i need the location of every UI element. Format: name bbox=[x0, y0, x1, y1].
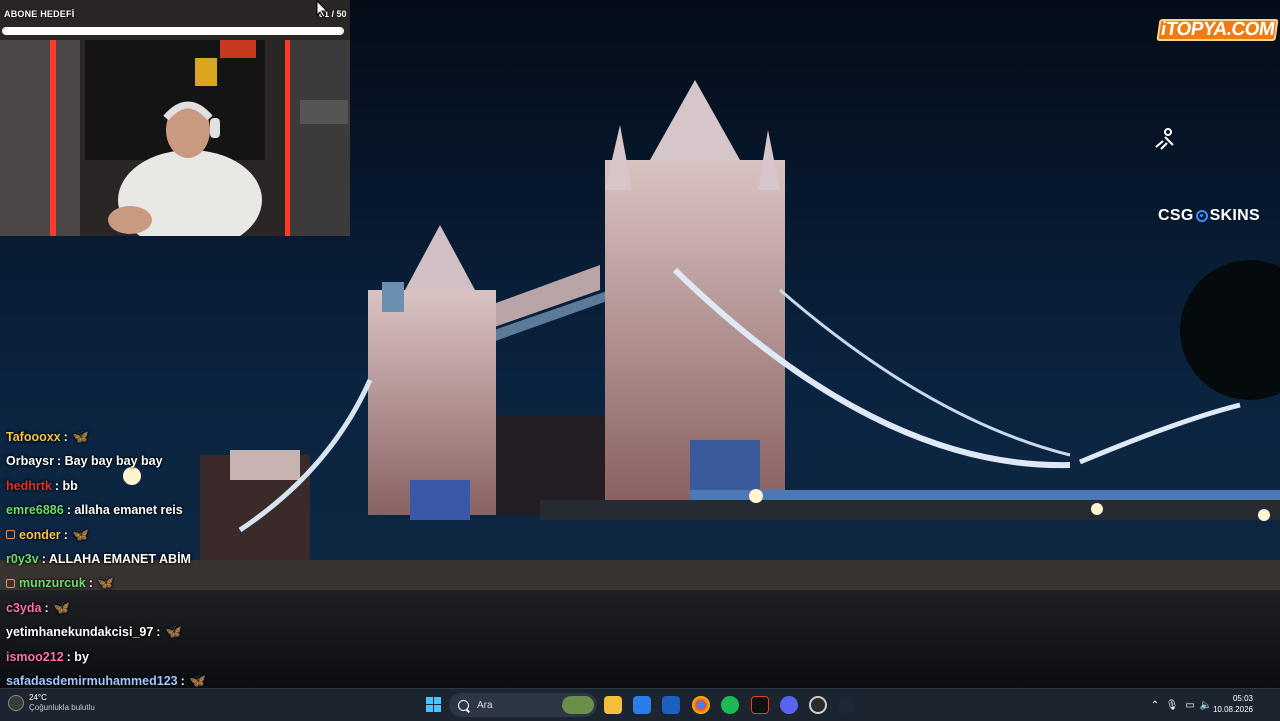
subscriber-goal-progress-fill bbox=[3, 28, 343, 34]
mouse-cursor-icon bbox=[316, 0, 329, 18]
itopya-logo: iTOPYA.COM bbox=[1156, 19, 1279, 41]
windows-logo-icon-part bbox=[426, 705, 433, 712]
windows-logo-icon bbox=[426, 697, 433, 704]
chat-text: : by bbox=[66, 649, 89, 664]
csgo-skins-logo: CSG SKINS bbox=[1158, 207, 1260, 225]
file-explorer-icon[interactable] bbox=[604, 696, 622, 714]
system-tray: ⌃ 🎙 ▭ 🔈 bbox=[1148, 689, 1214, 721]
chat-message: Orbaysr: Bay bay bay bay bbox=[6, 449, 336, 473]
weather-cloud-icon bbox=[8, 694, 24, 711]
butterfly-emote-icon: 🦋 bbox=[53, 599, 70, 615]
clock-date: 10.08.2026 bbox=[1212, 705, 1253, 714]
chat-username[interactable]: munzurcuk bbox=[19, 571, 86, 595]
chat-text: : bbox=[44, 600, 49, 615]
start-button[interactable] bbox=[426, 697, 442, 713]
network-icon[interactable]: ▭ bbox=[1182, 700, 1198, 711]
taskbar-clock[interactable]: 05:03 10.08.2026 bbox=[1213, 693, 1253, 715]
search-placeholder: Ara bbox=[477, 699, 493, 711]
weather-description: Çoğunlukla bulutlu bbox=[29, 703, 95, 712]
chat-message: yetimhanekundakcisi_97: 🦋 bbox=[6, 620, 336, 644]
search-highlight-image bbox=[562, 696, 594, 714]
clock-time: 05:03 bbox=[1232, 694, 1253, 703]
chrome-icon[interactable] bbox=[692, 696, 710, 714]
chat-message: r0y3v: ALLAHA EMANET ABİM bbox=[6, 547, 336, 571]
chat-message: hedhrtk: bb bbox=[6, 474, 336, 498]
butterfly-emote-icon: 🦋 bbox=[72, 429, 89, 444]
discord-icon[interactable] bbox=[780, 696, 798, 714]
chat-username[interactable]: yetimhanekundakcisi_97 bbox=[6, 620, 153, 644]
chat-message: ismoo212: by bbox=[6, 645, 336, 669]
chat-username[interactable]: Tafoooxx bbox=[6, 425, 61, 449]
search-icon bbox=[458, 699, 469, 711]
obs-icon[interactable] bbox=[809, 696, 827, 714]
chat-username[interactable]: eonder bbox=[19, 523, 61, 547]
streaming-app-icon[interactable] bbox=[751, 696, 769, 714]
windows-logo-icon-part bbox=[434, 697, 441, 704]
chat-text: : bb bbox=[54, 478, 78, 493]
windows-taskbar: 24°C Çoğunlukla bulutlu Ara ⌃ 🎙 ▭ 🔈 05:0… bbox=[0, 688, 1280, 721]
csgo-skins-logo-left: CSG bbox=[1158, 207, 1194, 224]
chat-message: Tafoooxx: 🦋 bbox=[6, 425, 336, 449]
chat-message: munzurcuk: 🦋 bbox=[6, 571, 336, 595]
volume-icon[interactable]: 🔈 bbox=[1198, 700, 1214, 711]
chat-username[interactable]: c3yda bbox=[6, 596, 41, 620]
chat-text: : Bay bay bay bay bbox=[56, 454, 163, 469]
chat-badge-icon bbox=[6, 530, 15, 540]
microsoft-store-icon[interactable] bbox=[633, 696, 651, 714]
target-icon bbox=[1195, 210, 1208, 222]
chat-username[interactable]: emre6886 bbox=[6, 498, 64, 522]
chat-username[interactable]: Orbaysr bbox=[6, 449, 54, 473]
spotify-icon[interactable] bbox=[721, 696, 739, 714]
microphone-icon[interactable]: 🎙 bbox=[1162, 700, 1182, 711]
webcam-feed: ABONE HEDEFİ 81 / 50 bbox=[0, 0, 350, 236]
csgo-skins-logo-right: SKINS bbox=[1209, 207, 1260, 224]
taskbar-search-box[interactable]: Ara bbox=[449, 693, 597, 717]
chat-username[interactable]: ismoo212 bbox=[6, 645, 64, 669]
chat-text: : allaha emanet reis bbox=[66, 503, 183, 518]
chat-message: c3yda: 🦋 bbox=[6, 596, 336, 620]
chat-text: : bbox=[88, 576, 93, 591]
chat-message: eonder: 🦋 bbox=[6, 523, 336, 547]
butterfly-emote-icon: 🦋 bbox=[72, 526, 90, 542]
chat-text: : bbox=[63, 527, 68, 542]
chat-text: : ALLAHA EMANET ABİM bbox=[41, 551, 191, 566]
chevron-up-icon[interactable]: ⌃ bbox=[1148, 700, 1162, 711]
chat-message: emre6886: allaha emanet reis bbox=[6, 498, 336, 522]
chat-username[interactable]: hedhrtk bbox=[6, 474, 52, 498]
butterfly-emote-icon: 🦋 bbox=[97, 575, 115, 591]
csgo-skins-icon bbox=[1155, 128, 1174, 150]
chat-text: : bbox=[156, 625, 161, 640]
windows-logo-icon-part bbox=[434, 705, 441, 712]
subscriber-goal-label: ABONE HEDEFİ bbox=[4, 9, 75, 19]
steam-icon[interactable] bbox=[838, 696, 856, 714]
chat-badge-icon bbox=[6, 579, 15, 589]
chat-username[interactable]: r0y3v bbox=[6, 547, 39, 571]
subscriber-goal-progress-bar bbox=[2, 27, 344, 35]
butterfly-emote-icon: 🦋 bbox=[165, 624, 182, 640]
weather-temperature: 24°C bbox=[29, 693, 47, 702]
outlook-icon[interactable] bbox=[662, 696, 680, 714]
weather-widget[interactable]: 24°C Çoğunlukla bulutlu bbox=[8, 693, 95, 712]
chat-text: : bbox=[63, 430, 68, 444]
stream-chat: Tafoooxx: 🦋 Orbaysr: Bay bay bay bay hedhrt… bbox=[6, 425, 336, 718]
